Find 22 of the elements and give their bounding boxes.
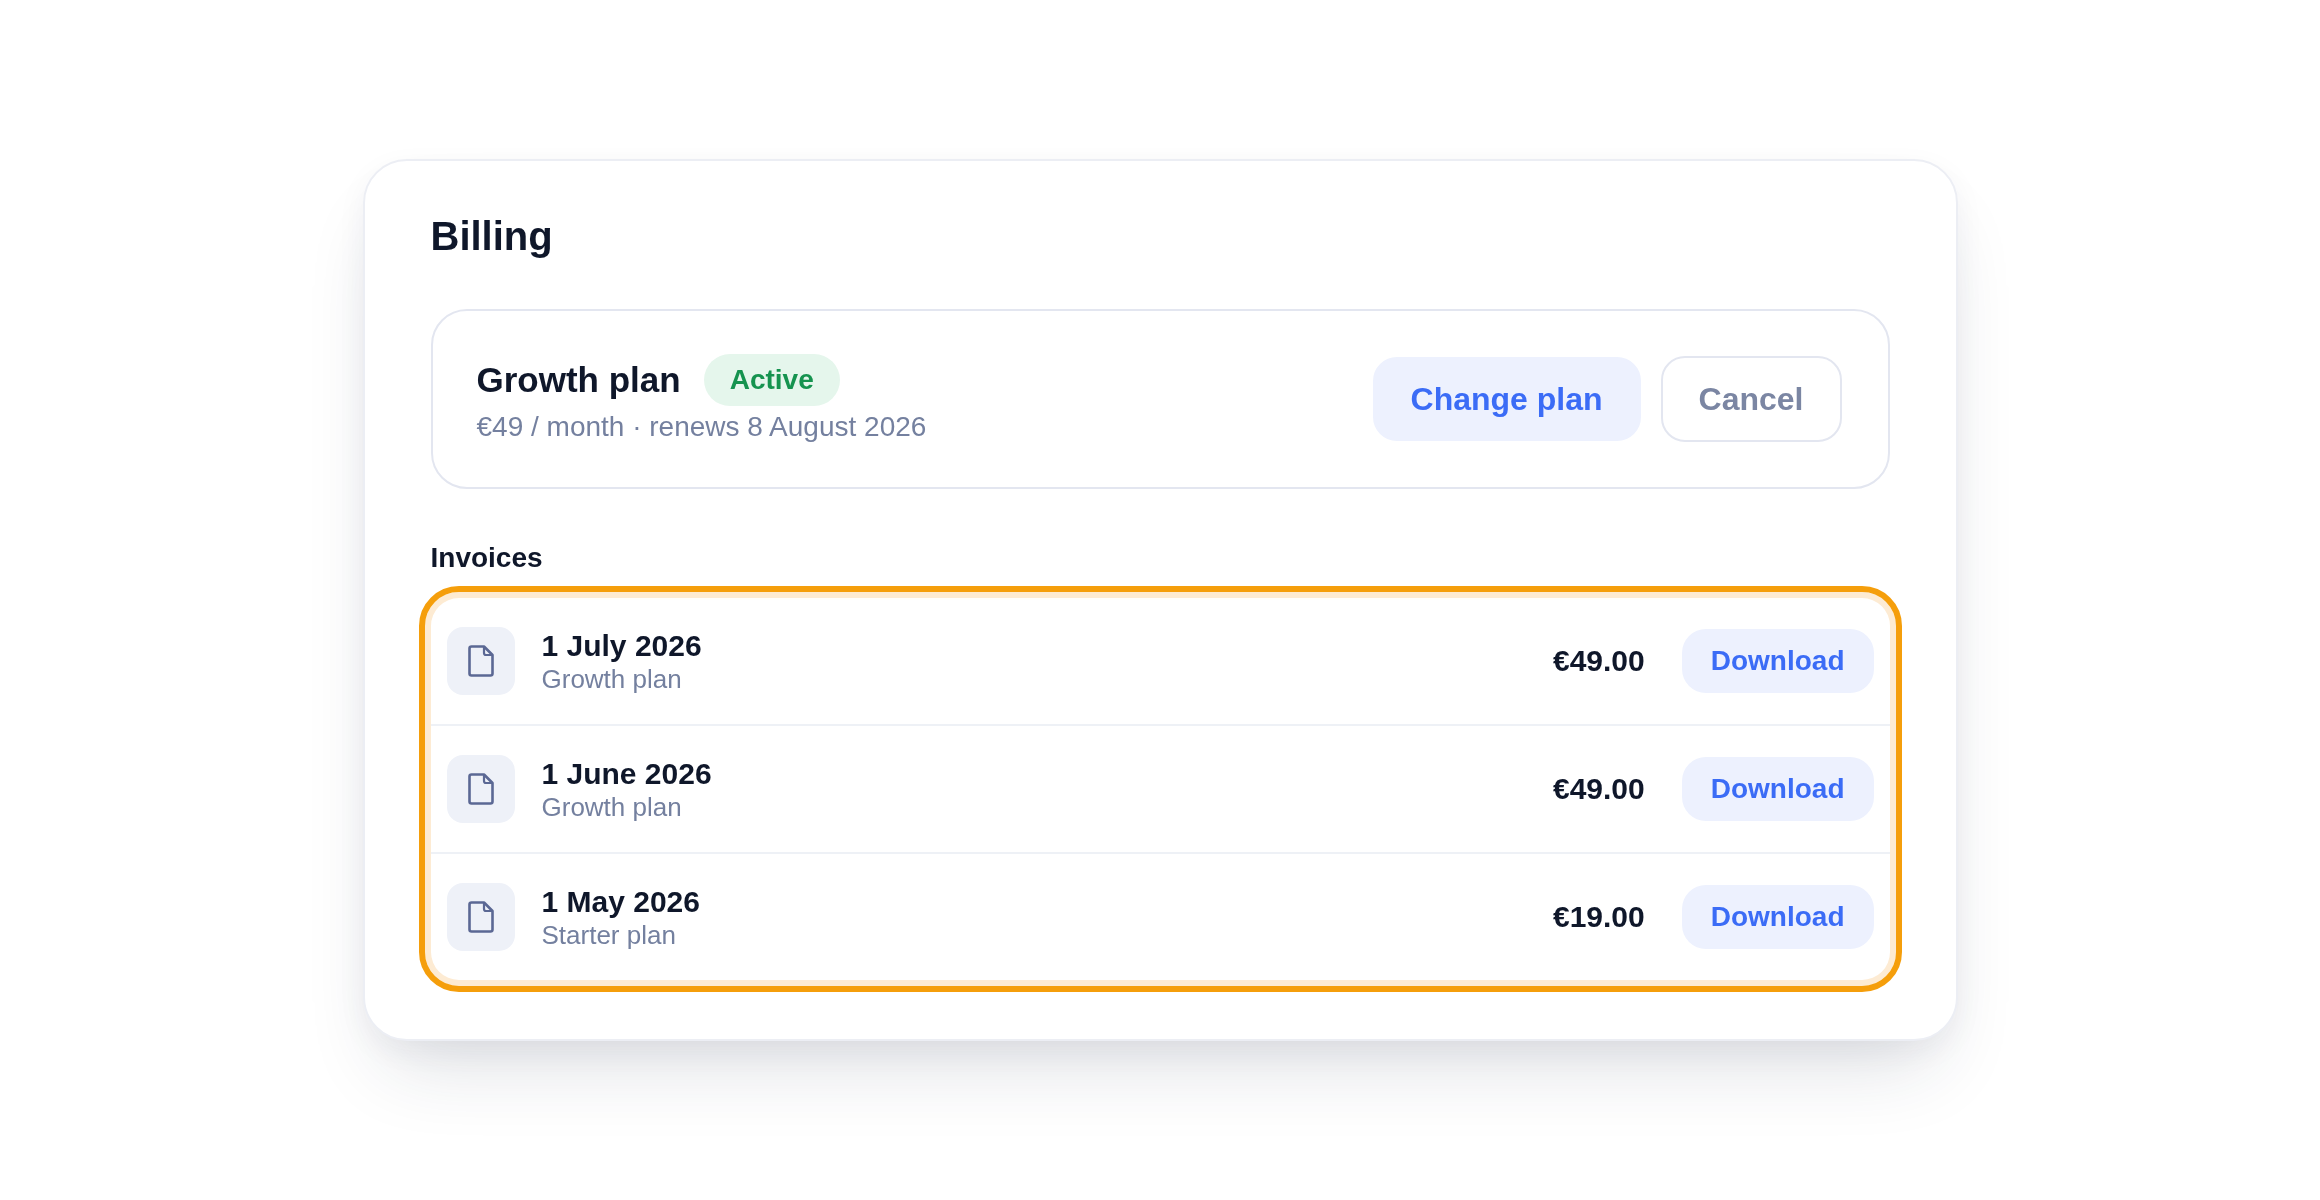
page-title: Billing	[430, 213, 553, 260]
invoice-amount: €49.00	[1552, 771, 1645, 807]
download-button[interactable]: Download	[1681, 757, 1874, 821]
download-button[interactable]: Download	[1681, 629, 1874, 693]
invoice-date: 1 July 2026	[541, 628, 702, 664]
invoice-date: 1 May 2026	[541, 884, 700, 920]
download-button[interactable]: Download	[1681, 885, 1874, 949]
document-icon	[446, 755, 515, 823]
invoice-amount: €49.00	[1552, 643, 1645, 679]
invoice-date: 1 June 2026	[541, 756, 712, 792]
invoice-plan: Growth plan	[541, 792, 682, 822]
cancel-button[interactable]: Cancel	[1660, 356, 1842, 442]
document-icon	[446, 883, 515, 951]
section-heading: Invoices	[430, 541, 543, 575]
invoice-plan: Starter plan	[541, 920, 676, 950]
status-badge: Active	[703, 354, 840, 406]
document-icon	[446, 627, 515, 695]
plan-name: Growth plan	[476, 359, 681, 401]
change-plan-button[interactable]: Change plan	[1372, 357, 1641, 441]
invoice-amount: €19.00	[1552, 899, 1645, 935]
plan-details: €49 / month · renews 8 August 2026	[476, 410, 927, 444]
invoice-plan: Growth plan	[541, 664, 682, 694]
